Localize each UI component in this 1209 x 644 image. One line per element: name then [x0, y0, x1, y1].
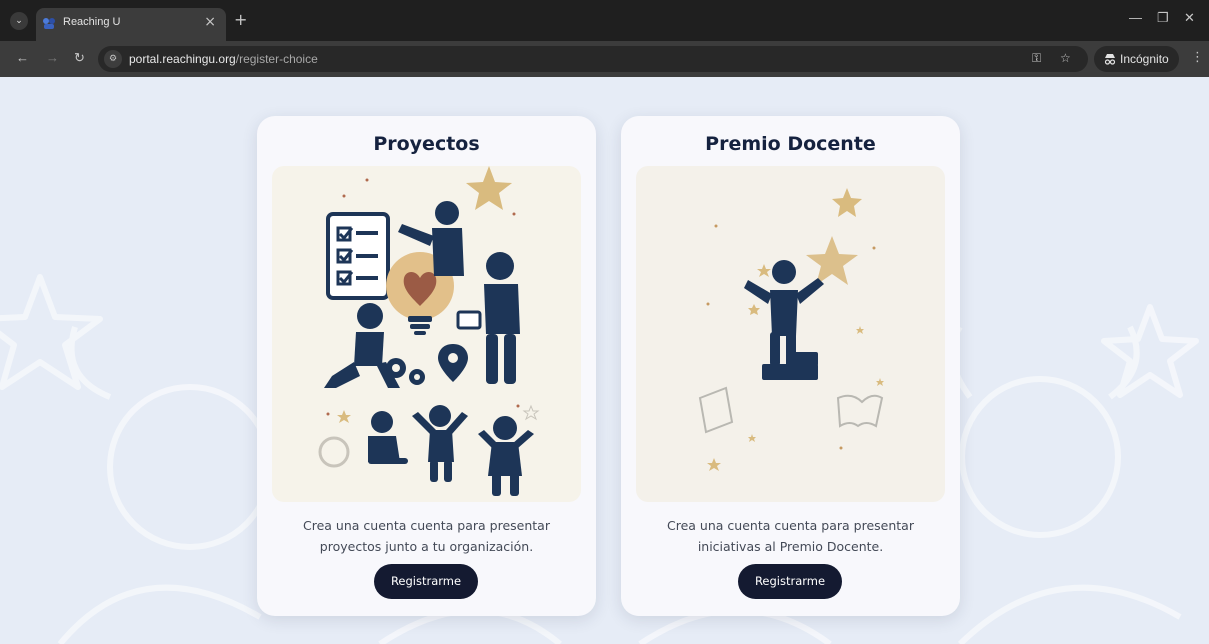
incognito-label: Incógnito: [1120, 52, 1169, 66]
child-writing-icon: [368, 411, 408, 464]
browser-menu-icon[interactable]: ⋮: [1191, 50, 1204, 65]
child-running-icon: [478, 416, 534, 496]
star-icon: [832, 188, 862, 217]
restore-icon[interactable]: ❐: [1157, 10, 1169, 26]
card-description-line: proyectos junto a tu organización.: [319, 539, 534, 554]
person-tablet-icon: [456, 252, 520, 384]
proyectos-illustration: [272, 166, 581, 502]
browser-tab[interactable]: Reaching U ×: [36, 8, 226, 41]
achiever-illustration: [698, 188, 884, 471]
checklist-icon: [326, 212, 390, 300]
browser-toolbar: ← → ↻ ⚙ portal.reachingu.org/register-ch…: [0, 41, 1209, 77]
card-title: Premio Docente: [705, 133, 876, 155]
person-kneeling-icon: [324, 303, 400, 388]
address-bar[interactable]: ⚙ portal.reachingu.org/register-choice ⚿…: [98, 46, 1088, 72]
close-window-icon[interactable]: ✕: [1184, 10, 1195, 26]
incognito-indicator[interactable]: Incógnito: [1094, 46, 1179, 72]
gear-outline-icon: [318, 436, 350, 468]
card-description-line: Crea una cuenta cuenta para presentar: [667, 518, 914, 533]
reload-icon[interactable]: ↻: [74, 50, 85, 66]
child-jumping-icon: [412, 405, 468, 482]
star-icon: [466, 166, 512, 210]
register-proyectos-button[interactable]: Registrarme: [374, 564, 478, 599]
open-book-icon: [836, 394, 884, 428]
person-reaching-icon: [744, 260, 824, 380]
tab-search-button[interactable]: ⌄: [10, 12, 28, 30]
site-info-icon[interactable]: ⚙: [104, 50, 122, 68]
back-icon[interactable]: ←: [16, 50, 29, 65]
url-text: portal.reachingu.org/register-choice: [129, 52, 318, 66]
incognito-icon: [1104, 54, 1116, 65]
forward-icon[interactable]: →: [46, 50, 59, 65]
book-icon: [698, 386, 734, 434]
card-description-line: iniciativas al Premio Docente.: [697, 539, 884, 554]
page-viewport: Proyectos Crea una cuenta cuenta para pr…: [0, 77, 1209, 644]
background-illustration: [0, 127, 1199, 644]
card-description: Crea una cuenta cuenta para presentar pr…: [277, 515, 576, 557]
minimize-icon[interactable]: —: [1129, 10, 1142, 25]
card-title: Proyectos: [373, 133, 480, 155]
big-star-icon: [806, 236, 858, 285]
teamwork-illustration: [318, 166, 540, 496]
card-description: Crea una cuenta cuenta para presentar in…: [641, 515, 940, 557]
card-premio-docente: Premio Docente Crea una cuenta cuenta pa…: [621, 116, 960, 616]
card-proyectos: Proyectos Crea una cuenta cuenta para pr…: [257, 116, 596, 616]
star-outline-icon: [522, 404, 540, 421]
card-description-line: Crea una cuenta cuenta para presentar: [303, 518, 550, 533]
site-favicon: [43, 18, 55, 29]
browser-titlebar: ⌄ Reaching U × + — ❐ ✕: [0, 0, 1209, 41]
star-small-icon: [337, 410, 351, 423]
premio-docente-illustration: [636, 166, 945, 502]
register-premio-docente-button[interactable]: Registrarme: [738, 564, 842, 599]
close-tab-icon[interactable]: ×: [204, 14, 216, 30]
tab-title: Reaching U: [63, 16, 121, 28]
new-tab-icon[interactable]: +: [234, 10, 247, 29]
bookmark-star-icon[interactable]: ☆: [1060, 51, 1071, 65]
password-key-icon[interactable]: ⚿: [1032, 51, 1041, 66]
